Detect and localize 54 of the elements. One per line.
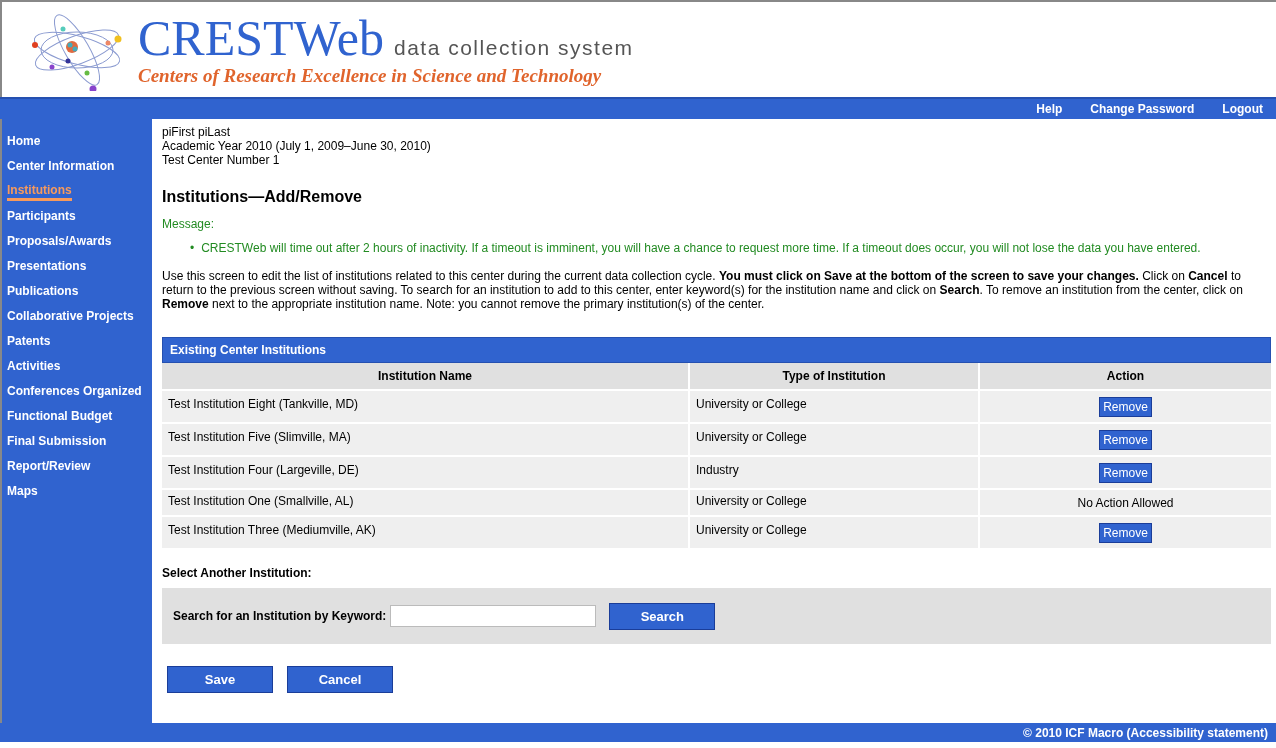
sidebar-item[interactable]: Patents — [2, 329, 56, 354]
remove-button[interactable]: Remove — [1099, 522, 1152, 543]
table-cell: No Action Allowed — [980, 490, 1271, 515]
table-cell: University or College — [690, 517, 980, 548]
sidebar-item[interactable]: Home — [2, 129, 46, 154]
table-cell: Test Institution Five (Slimville, MA) — [162, 424, 690, 455]
user-info-text: piFirst piLast — [162, 125, 232, 139]
search-button[interactable]: Search — [609, 602, 716, 630]
app-logo-text: CRESTWeb — [138, 12, 384, 63]
top-nav-link[interactable]: Help — [1036, 102, 1063, 116]
page-title: Institutions—Add/Remove — [162, 188, 363, 206]
sidebar-item[interactable]: Conferences Organized — [2, 379, 147, 404]
sidebar-item[interactable]: Activities — [2, 354, 66, 379]
sidebar-item[interactable]: Participants — [2, 204, 81, 229]
user-info-text: Academic Year 2010 (July 1, 2009–June 30, 2010) — [162, 139, 432, 153]
remove-button[interactable]: Remove — [1099, 462, 1152, 483]
table-cell: Industry — [690, 457, 980, 488]
sidebar-item[interactable]: Collaborative Projects — [2, 304, 139, 329]
bullet-marker: • — [190, 241, 195, 255]
app-subtitle: Centers of Research Excellence in Science and Technology — [138, 64, 603, 87]
app-tagline: data collection system — [394, 35, 634, 60]
search-label: Search for an Institution by Keyword: — [173, 609, 387, 623]
sidebar-item[interactable]: Final Submission — [2, 429, 112, 454]
search-field[interactable] — [390, 605, 597, 627]
sidebar-item[interactable]: Functional Budget — [2, 404, 118, 429]
top-nav-link[interactable]: Change Password — [1090, 102, 1195, 116]
sidebar-item[interactable]: Presentations — [2, 254, 92, 279]
instructions-text: Use this screen to edit the list of institutions related to this center during the current data collection cycle. You must click on Save at the bottom of the screen to save your changes. Click on Cancel to return to the previous screen without saving. To search for an institution to add to this center, enter keyword(s) for the institution name and click on Search. To remove an institution from the center, click on Remove next to the appropriate institution name. Note: you cannot remove the primary institution(s) of the center. — [162, 269, 1244, 311]
table-cell: University or College — [690, 391, 980, 422]
remove-button[interactable]: Remove — [1099, 396, 1152, 417]
table-cell: Test Institution One (Smallville, AL) — [162, 490, 690, 515]
user-info-text: Test Center Number 1 — [162, 153, 281, 167]
sidebar-item[interactable]: Proposals/Awards — [2, 229, 117, 254]
message-label: Message: — [162, 217, 216, 231]
form-button[interactable]: Save — [167, 666, 273, 693]
footer-text: © 2010 ICF Macro (Accessibility statement) — [1023, 725, 1268, 740]
sidebar-item[interactable]: Publications — [2, 279, 84, 304]
column-header: Institution Name — [162, 363, 690, 389]
sidebar-item[interactable]: Center Information — [2, 154, 120, 179]
section-heading: Select Another Institution: — [162, 566, 313, 580]
table-cell: Test Institution Four (Largeville, DE) — [162, 457, 690, 488]
remove-button[interactable]: Remove — [1099, 429, 1152, 450]
top-nav-link[interactable]: Logout — [1222, 102, 1263, 116]
table-title-bar: Existing Center Institutions — [162, 337, 1271, 363]
form-button[interactable]: Cancel — [287, 666, 393, 693]
column-header: Type of Institution — [690, 363, 980, 389]
sidebar-item[interactable]: Maps — [2, 479, 43, 504]
message-text: CRESTWeb will time out after 2 hours of inactivity. If a timeout is imminent, you will have a chance to request more time. If a timeout does occur, you will not lose the data you have entered. — [201, 241, 1201, 255]
table-cell: University or College — [690, 490, 980, 515]
table-cell: Test Institution Eight (Tankville, MD) — [162, 391, 690, 422]
column-header: Action — [980, 363, 1271, 389]
table-cell: University or College — [690, 424, 980, 455]
sidebar-item[interactable]: Report/Review — [2, 454, 96, 479]
table-cell: Test Institution Three (Mediumville, AK) — [162, 517, 690, 548]
